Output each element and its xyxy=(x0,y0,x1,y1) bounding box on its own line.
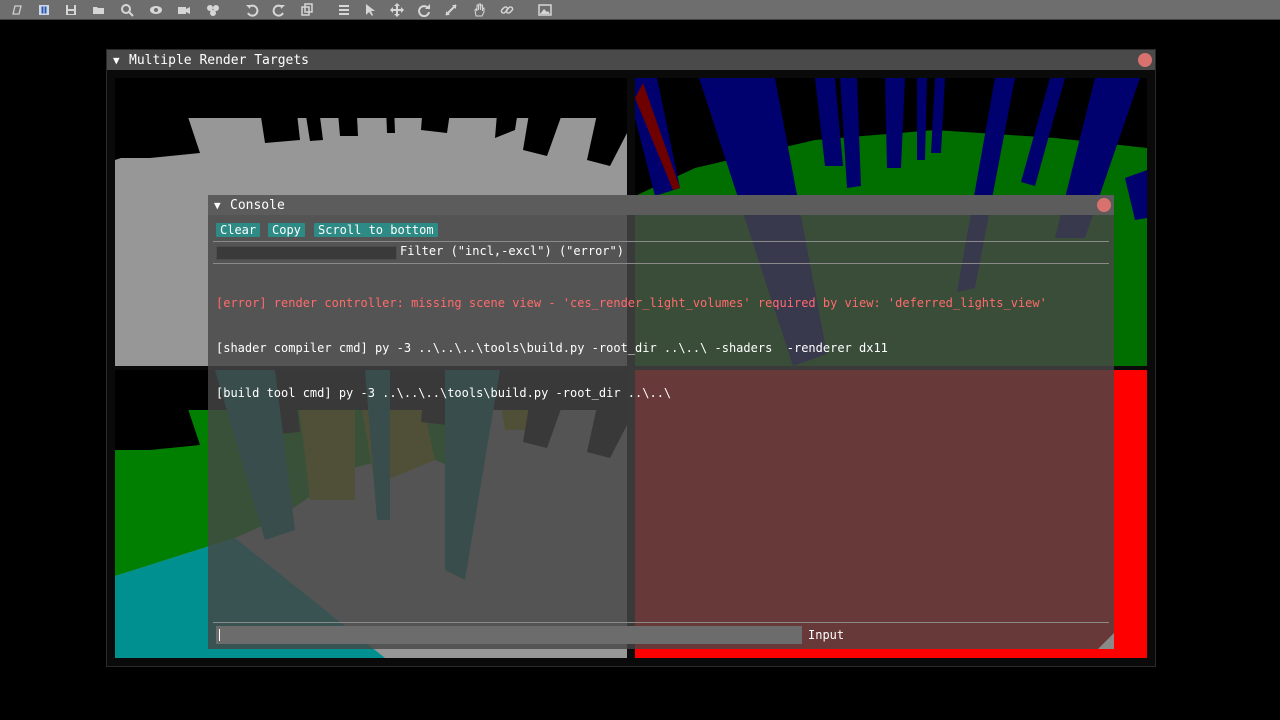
link-icon[interactable] xyxy=(497,1,517,18)
mrt-titlebar[interactable]: ▼ Multiple Render Targets xyxy=(107,50,1155,70)
image-icon[interactable] xyxy=(535,1,555,18)
text-caret xyxy=(219,629,220,641)
list-icon[interactable] xyxy=(334,1,354,18)
console-window: ▼ Console Clear Copy Scroll to bottom Fi… xyxy=(208,195,1114,649)
undo-icon[interactable] xyxy=(242,1,262,18)
mrt-window-title: Multiple Render Targets xyxy=(129,52,310,68)
rotate-icon[interactable] xyxy=(414,1,434,18)
console-titlebar[interactable]: ▼ Console xyxy=(208,195,1114,215)
close-icon[interactable] xyxy=(1138,53,1152,67)
components-icon[interactable] xyxy=(203,1,223,18)
search-icon[interactable] xyxy=(117,1,137,18)
scale-icon[interactable] xyxy=(441,1,461,18)
main-toolbar xyxy=(0,0,1280,20)
save-icon[interactable] xyxy=(61,1,81,18)
collapse-arrow-icon[interactable]: ▼ xyxy=(113,54,123,67)
log-line-error: [error] render controller: missing scene… xyxy=(216,296,1047,310)
move-icon[interactable] xyxy=(387,1,407,18)
close-icon[interactable] xyxy=(1097,198,1111,212)
filter-label: Filter ("incl,-excl") ("error") xyxy=(400,244,624,258)
divider xyxy=(213,241,1109,242)
divider xyxy=(213,263,1109,264)
eye-icon[interactable] xyxy=(146,1,166,18)
collapse-arrow-icon[interactable]: ▼ xyxy=(214,199,224,212)
redo-icon[interactable] xyxy=(269,1,289,18)
log-line: [build tool cmd] py -3 ..\..\..\tools\bu… xyxy=(216,386,672,400)
clear-button[interactable]: Clear xyxy=(216,223,261,237)
console-input[interactable] xyxy=(216,626,802,644)
logo-icon[interactable] xyxy=(7,1,27,18)
open-folder-icon[interactable] xyxy=(89,1,109,18)
pause-icon[interactable] xyxy=(34,1,54,18)
console-title: Console xyxy=(230,197,285,213)
camera-icon[interactable] xyxy=(174,1,194,18)
console-log: [error] render controller: missing scene… xyxy=(216,266,1106,431)
filter-input[interactable] xyxy=(216,246,397,260)
copy-button[interactable]: Copy xyxy=(268,223,305,237)
input-label: Input xyxy=(808,628,845,642)
hand-icon[interactable] xyxy=(469,1,489,18)
divider xyxy=(213,622,1109,623)
resize-grip-icon[interactable] xyxy=(1098,633,1114,649)
scroll-to-bottom-button[interactable]: Scroll to bottom xyxy=(314,223,438,237)
select-pointer-icon[interactable] xyxy=(360,1,380,18)
copy-icon[interactable] xyxy=(297,1,317,18)
log-line: [shader compiler cmd] py -3 ..\..\..\too… xyxy=(216,341,888,355)
